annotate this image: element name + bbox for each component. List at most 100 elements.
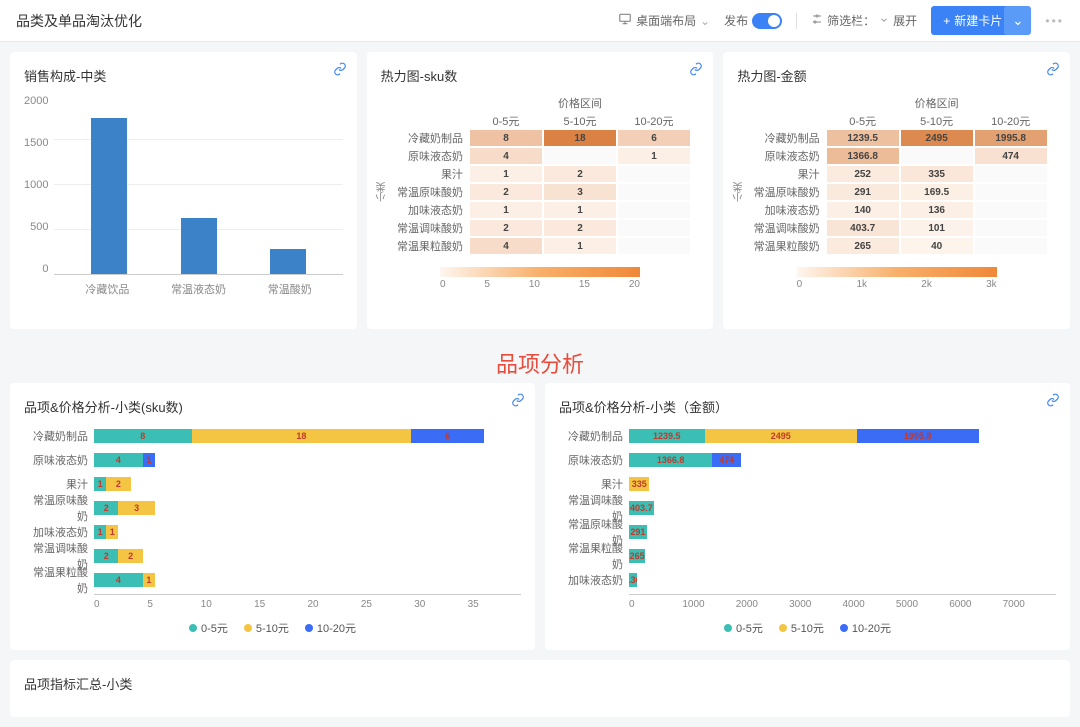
heat-cell[interactable]: 265 bbox=[827, 238, 899, 254]
plus-icon: + bbox=[943, 14, 950, 28]
bar-segment[interactable]: 1366.8 bbox=[629, 453, 712, 467]
bar-segment[interactable]: 3 bbox=[118, 501, 155, 515]
heat-cell[interactable]: 8 bbox=[470, 130, 542, 146]
heat-cell[interactable]: 1 bbox=[618, 148, 690, 164]
heat-cell[interactable] bbox=[975, 238, 1047, 254]
heat-cell[interactable]: 1366.8 bbox=[827, 148, 899, 164]
heat-cell[interactable]: 2 bbox=[544, 166, 616, 182]
bar-segment[interactable]: 2 bbox=[118, 549, 142, 563]
heat-cell[interactable]: 140 bbox=[827, 202, 899, 218]
heat-cell[interactable]: 136 bbox=[901, 202, 973, 218]
bar-segment[interactable]: 2 bbox=[94, 501, 118, 515]
bar-segment[interactable]: 1 bbox=[94, 477, 106, 491]
legend-item[interactable]: 10-20元 bbox=[305, 620, 356, 636]
bar-segment[interactable]: 265 bbox=[629, 549, 645, 563]
bar-segment[interactable]: 335 bbox=[629, 477, 649, 491]
bar-segment[interactable]: 2 bbox=[106, 477, 130, 491]
publish-toggle[interactable] bbox=[752, 13, 782, 29]
bar[interactable] bbox=[270, 249, 306, 274]
heat-cell[interactable] bbox=[618, 166, 690, 182]
bar-segment[interactable]: 1 bbox=[143, 453, 155, 467]
bar-segment[interactable]: 403.7 bbox=[629, 501, 654, 515]
legend-item[interactable]: 10-20元 bbox=[840, 620, 891, 636]
bar-chart: 2000150010005000 冷藏饮品常温液态奶常温酸奶 bbox=[24, 95, 343, 315]
link-icon[interactable] bbox=[689, 62, 703, 79]
heat-cell[interactable] bbox=[975, 166, 1047, 182]
new-card-button[interactable]: + 新建卡片 bbox=[931, 6, 1014, 35]
bar-segment[interactable]: 6 bbox=[411, 429, 484, 443]
heat-cell[interactable] bbox=[544, 148, 616, 164]
heat-cell[interactable]: 1239.5 bbox=[827, 130, 899, 146]
new-card-dropdown[interactable]: ⌄ bbox=[1004, 6, 1031, 35]
heat-cell[interactable]: 6 bbox=[618, 130, 690, 146]
heat-cell[interactable]: 2 bbox=[470, 220, 542, 236]
bar[interactable] bbox=[181, 218, 217, 274]
heat-cell[interactable]: 2 bbox=[470, 184, 542, 200]
page-title: 品类及单品淘汰优化 bbox=[16, 11, 618, 31]
heat-cell[interactable]: 169.5 bbox=[901, 184, 973, 200]
heat-cell[interactable] bbox=[975, 202, 1047, 218]
heat-cell[interactable]: 18 bbox=[544, 130, 616, 146]
heat-cell[interactable] bbox=[618, 202, 690, 218]
heat-cell[interactable]: 4 bbox=[470, 238, 542, 254]
link-icon[interactable] bbox=[1046, 393, 1060, 410]
heat-cell[interactable]: 101 bbox=[901, 220, 973, 236]
heat-cell[interactable]: 403.7 bbox=[827, 220, 899, 236]
filter-expand[interactable]: 筛选栏： 展开 bbox=[811, 12, 917, 29]
heat-cell[interactable]: 1 bbox=[470, 202, 542, 218]
more-menu[interactable]: ••• bbox=[1045, 14, 1064, 28]
bar-segment[interactable]: 2 bbox=[94, 549, 118, 563]
chevron-down-icon: ⌄ bbox=[700, 14, 710, 28]
plot-area bbox=[54, 95, 342, 275]
heat-cell[interactable] bbox=[618, 184, 690, 200]
heat-cell[interactable] bbox=[901, 148, 973, 164]
card-title: 热力图-sku数 bbox=[381, 66, 700, 85]
bar-segment[interactable]: 4 bbox=[94, 453, 143, 467]
heat-cell[interactable]: 1 bbox=[544, 238, 616, 254]
bar[interactable] bbox=[91, 118, 127, 274]
legend-item[interactable]: 0-5元 bbox=[189, 620, 228, 636]
bar-segment[interactable]: 1995.8 bbox=[857, 429, 979, 443]
heat-cell[interactable] bbox=[975, 184, 1047, 200]
expand-icon bbox=[879, 14, 889, 28]
bar-segment[interactable]: 8 bbox=[94, 429, 192, 443]
layout-selector[interactable]: 桌面端布局 ⌄ bbox=[618, 12, 710, 29]
bar-segment[interactable]: 1239.5 bbox=[629, 429, 705, 443]
link-icon[interactable] bbox=[1046, 62, 1060, 79]
heat-cell[interactable]: 4 bbox=[470, 148, 542, 164]
heat-cell[interactable]: 1 bbox=[544, 202, 616, 218]
heat-cell[interactable]: 1995.8 bbox=[975, 130, 1047, 146]
heat-cell[interactable] bbox=[975, 220, 1047, 236]
heat-cell[interactable]: 335 bbox=[901, 166, 973, 182]
heat-cell[interactable]: 40 bbox=[901, 238, 973, 254]
legend-item[interactable]: 5-10元 bbox=[779, 620, 824, 636]
heat-cell[interactable]: 252 bbox=[827, 166, 899, 182]
bar-segment[interactable]: 1 bbox=[143, 573, 155, 587]
heatmap: 价格区间0-5元5-10元10-20元小类冷藏奶制品8186原味液态奶41果汁1… bbox=[381, 95, 700, 290]
new-card-label: 新建卡片 bbox=[954, 12, 1002, 29]
link-icon[interactable] bbox=[333, 62, 347, 79]
bar-segment[interactable]: 474 bbox=[712, 453, 741, 467]
legend-item[interactable]: 0-5元 bbox=[724, 620, 763, 636]
heat-cell[interactable]: 291 bbox=[827, 184, 899, 200]
bar-segment[interactable]: 18 bbox=[192, 429, 412, 443]
heat-cell[interactable] bbox=[618, 220, 690, 236]
link-icon[interactable] bbox=[511, 393, 525, 410]
heat-cell[interactable]: 2495 bbox=[901, 130, 973, 146]
legend-item[interactable]: 5-10元 bbox=[244, 620, 289, 636]
heat-cell[interactable] bbox=[618, 238, 690, 254]
bar-segment[interactable]: 136 bbox=[629, 573, 637, 587]
bar-segment[interactable]: 1 bbox=[106, 525, 118, 539]
card-sales-mix: 销售构成-中类 2000150010005000 冷藏饮品常温液态奶常温酸奶 bbox=[10, 52, 357, 329]
bar-segment[interactable]: 2495 bbox=[705, 429, 857, 443]
publish-label: 发布 bbox=[724, 12, 748, 29]
header-actions: 桌面端布局 ⌄ 发布 筛选栏： 展开 + 新建卡片 ⌄ bbox=[618, 6, 1064, 35]
bar-segment[interactable]: 291 bbox=[629, 525, 647, 539]
heat-cell[interactable]: 2 bbox=[544, 220, 616, 236]
bar-segment[interactable]: 4 bbox=[94, 573, 143, 587]
bar-segment[interactable]: 1 bbox=[94, 525, 106, 539]
heat-cell[interactable]: 3 bbox=[544, 184, 616, 200]
chevron-down-icon: ⌄ bbox=[1012, 13, 1023, 28]
heat-cell[interactable]: 474 bbox=[975, 148, 1047, 164]
heat-cell[interactable]: 1 bbox=[470, 166, 542, 182]
